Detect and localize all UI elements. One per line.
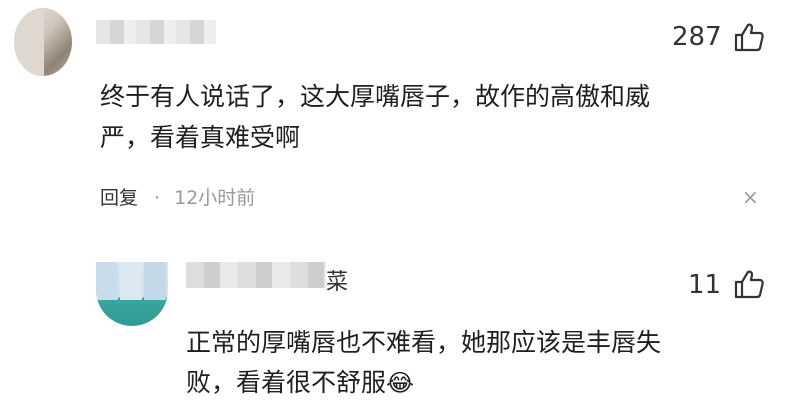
reply-commenter-name-tail: 菜 [326, 270, 349, 295]
reply-text-line-2: 败，看着很不舒服😂 [186, 362, 414, 404]
close-icon[interactable]: × [742, 185, 759, 209]
reply-commenter-name-blurred[interactable] [186, 262, 326, 288]
reply-text-line-1: 正常的厚嘴唇也不难看，她那应该是丰唇失 [186, 328, 662, 357]
reply-text-line-2-text: 败，看着很不舒服 [186, 368, 387, 397]
like-count: 287 [672, 22, 722, 52]
laughing-crying-emoji-icon: 😂 [386, 369, 415, 397]
comment-text-line-1: 终于有人说话了，这大厚嘴唇子，故作的高傲和威 [100, 82, 651, 111]
commenter-name-blurred[interactable] [96, 20, 216, 44]
comment-meta: 回复 · 12小时前 [100, 183, 255, 210]
comment-text-line-2: 严，看着真难受啊 [100, 123, 301, 152]
commenter-avatar[interactable] [14, 8, 72, 76]
thumbs-up-icon[interactable] [733, 21, 765, 53]
reply-commenter-avatar[interactable] [96, 262, 168, 326]
comment-time: 12小时前 [174, 187, 256, 209]
thumbs-up-icon[interactable] [733, 268, 765, 300]
meta-separator: · [154, 187, 161, 209]
reply-button[interactable]: 回复 [100, 187, 138, 209]
reply-like-count: 11 [688, 270, 722, 300]
